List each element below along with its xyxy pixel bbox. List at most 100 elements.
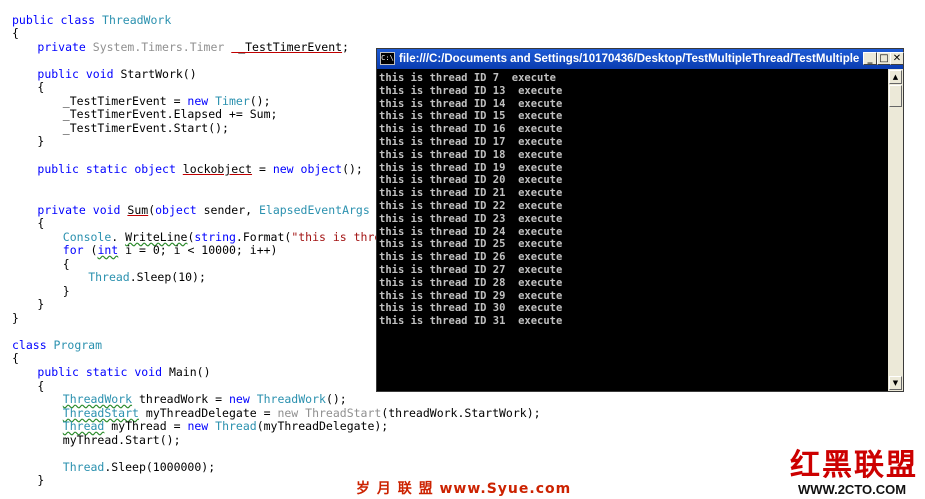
console-line: this is thread ID 27 execute <box>379 263 563 276</box>
console-scrollbar[interactable]: ▲ ▼ <box>888 69 903 391</box>
code-token: new <box>187 94 216 108</box>
code-line: } <box>63 284 70 298</box>
code-token: static <box>85 365 135 379</box>
code-token: sender, <box>203 203 259 217</box>
code-line: public static object lockobject = new ob… <box>37 162 362 176</box>
scroll-thumb[interactable] <box>889 85 902 107</box>
code-token: } <box>12 311 19 325</box>
close-icon: ✕ <box>892 53 902 64</box>
close-button[interactable]: ✕ <box>890 52 904 65</box>
console-title: file:///C:/Documents and Settings/101704… <box>399 53 859 65</box>
code-token: new <box>228 392 257 406</box>
code-token: new ThreadStart <box>277 406 382 420</box>
code-line: _TestTimerEvent.Elapsed += Sum; <box>63 107 278 121</box>
console-line: this is thread ID 21 execute <box>379 187 563 200</box>
console-window[interactable]: C:\ file:///C:/Documents and Settings/10… <box>376 48 904 392</box>
code-token: (); <box>249 94 271 108</box>
code-token: ThreadStart <box>62 406 139 420</box>
code-token: void <box>85 67 121 81</box>
code-token: . <box>111 230 126 244</box>
minimize-button[interactable]: _ <box>863 52 877 65</box>
code-token: class <box>12 338 54 352</box>
code-token: Timer <box>215 94 250 108</box>
console-titlebar[interactable]: C:\ file:///C:/Documents and Settings/10… <box>377 49 904 69</box>
code-line: } <box>12 311 19 325</box>
console-line: this is thread ID 7 execute <box>379 72 557 84</box>
scroll-down-button[interactable]: ▼ <box>889 376 902 390</box>
code-line: ThreadStart myThreadDelegate = new Threa… <box>63 406 541 420</box>
code-token: System.Timers.Timer <box>92 40 232 54</box>
code-token: public <box>12 13 61 27</box>
code-token: for <box>62 243 91 257</box>
code-token: { <box>37 216 45 230</box>
code-line: ThreadWork threadWork = new ThreadWork()… <box>63 392 347 406</box>
code-token: object <box>300 162 343 176</box>
code-token: myThread = <box>104 419 188 433</box>
console-line: this is thread ID 30 execute <box>379 302 563 315</box>
code-token: Program <box>53 338 103 352</box>
code-token: threadWork = <box>132 392 229 406</box>
console-output: this is thread ID 7 execute this is threa… <box>379 72 887 390</box>
code-token: new <box>187 419 216 433</box>
scroll-up-button[interactable]: ▲ <box>889 70 902 84</box>
code-token: (threadWork.StartWork); <box>381 406 541 420</box>
console-line: this is thread ID 19 execute <box>379 161 563 174</box>
code-line: Thread.Sleep(10); <box>88 270 206 284</box>
code-line: Thread myThread = new Thread(myThreadDel… <box>63 419 388 433</box>
console-line: this is thread ID 18 execute <box>379 148 563 161</box>
console-line: this is thread ID 23 execute <box>379 212 563 225</box>
code-line: { <box>37 80 44 94</box>
code-line: _TestTimerEvent = new Timer(); <box>63 94 271 108</box>
code-token: class <box>60 13 103 27</box>
code-line: private void Sum(object sender, ElapsedE… <box>37 203 390 217</box>
code-token: ElapsedEventArgs <box>258 203 377 217</box>
code-token: } <box>62 284 70 298</box>
code-token: Thread <box>88 270 130 284</box>
console-line: this is thread ID 24 execute <box>379 225 563 238</box>
code-line: Thread.Sleep(1000000); <box>63 460 215 474</box>
console-line: this is thread ID 20 execute <box>379 174 563 187</box>
console-app-icon[interactable]: C:\ <box>380 52 395 65</box>
code-token: _TestTimerEvent.Start(); <box>62 121 229 135</box>
code-token: new <box>272 162 301 176</box>
code-token: _TestTimerEvent = <box>62 94 188 108</box>
code-token: (); <box>342 162 363 176</box>
code-token: } <box>37 134 45 148</box>
code-token: { <box>37 80 45 94</box>
console-line: this is thread ID 17 execute <box>379 135 563 148</box>
arrow-down-icon: ▼ <box>892 379 899 387</box>
console-line: this is thread ID 16 execute <box>379 123 563 136</box>
code-token: WriteLine <box>125 230 188 244</box>
code-token: myThreadDelegate = <box>138 406 278 420</box>
console-line: this is thread ID 14 execute <box>379 97 563 110</box>
arrow-up-icon: ▲ <box>892 73 899 81</box>
code-line: } <box>37 297 44 311</box>
code-line: { <box>12 26 19 40</box>
code-token: StartWork() <box>120 67 197 81</box>
code-line: private System.Timers.Timer _TestTimerEv… <box>37 40 349 54</box>
maximize-button[interactable]: □ <box>877 52 891 65</box>
code-token: } <box>37 473 45 487</box>
code-token: void <box>134 365 169 379</box>
code-token: object <box>155 203 204 217</box>
code-token: static <box>85 162 135 176</box>
code-line: { <box>37 379 44 393</box>
code-token: { <box>12 26 19 40</box>
console-line: this is thread ID 15 execute <box>379 110 563 123</box>
code-line: public class ThreadWork <box>12 13 171 27</box>
console-line: this is thread ID 22 execute <box>379 199 563 212</box>
code-token: public <box>37 365 86 379</box>
code-token: public <box>37 67 86 81</box>
code-token: Main() <box>168 365 211 379</box>
code-token: private <box>37 203 93 217</box>
code-line: class Program <box>12 338 102 352</box>
code-token: string <box>194 230 236 244</box>
code-token: Sum <box>127 203 149 217</box>
code-token: Thread <box>62 419 105 433</box>
code-token: public <box>37 162 86 176</box>
console-line: this is thread ID 13 execute <box>379 84 563 97</box>
code-line: { <box>12 351 19 365</box>
console-line: this is thread ID 26 execute <box>379 251 563 264</box>
code-token: void <box>92 203 128 217</box>
watermark-url: WWW.2CTO.COM <box>798 482 907 497</box>
